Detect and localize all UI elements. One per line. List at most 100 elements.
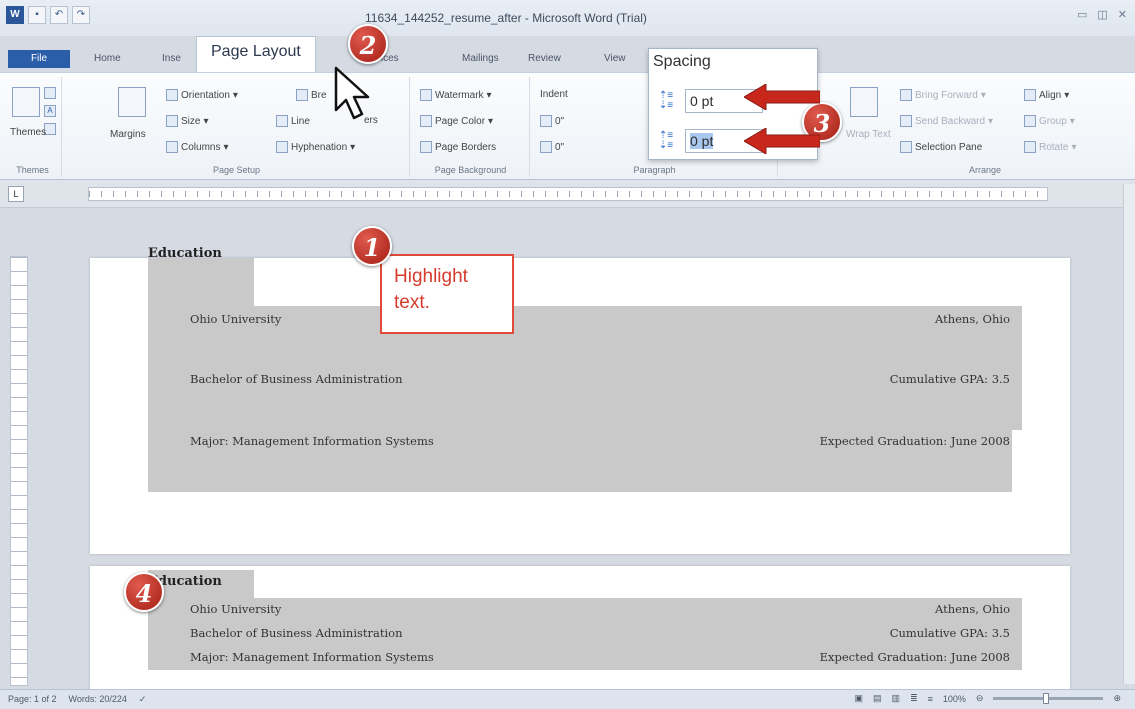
undo-icon[interactable]: ↶	[50, 6, 68, 24]
breaks-button[interactable]: Bre	[296, 89, 327, 101]
row-left[interactable]: Major: Management Information Systems	[190, 434, 434, 448]
line-numbers-button[interactable]: Line	[276, 115, 310, 127]
send-backward-icon	[900, 115, 912, 127]
status-left: Page: 1 of 2 Words: 20/224 ✓	[8, 694, 146, 705]
row-right[interactable]: Expected Graduation: June 2008	[820, 434, 1010, 448]
section-heading[interactable]: Education	[148, 246, 222, 261]
document-page-1: Education Ohio University Athens, Ohio B…	[90, 246, 1070, 554]
tab-view[interactable]: View	[596, 48, 634, 70]
zoom-in-icon[interactable]: ⊕	[1113, 693, 1121, 704]
row-left[interactable]: Bachelor of Business Administration	[190, 626, 403, 640]
tab-selector-icon[interactable]: L	[8, 186, 24, 202]
themes-group-label: Themes	[16, 165, 49, 175]
tab-page-layout[interactable]: Page Layout	[196, 36, 316, 72]
themes-button[interactable]: Themes	[10, 127, 46, 138]
indent-left-field[interactable]: 0"	[540, 115, 564, 127]
orientation-button[interactable]: Orientation ▾	[166, 89, 238, 101]
wrap-text-icon[interactable]	[850, 87, 878, 117]
fonts-icon[interactable]: A	[44, 105, 56, 117]
tab-review[interactable]: Review	[520, 48, 569, 70]
print-layout-icon[interactable]: ▣	[855, 693, 864, 704]
full-screen-icon[interactable]: ▤	[873, 693, 882, 704]
row-left[interactable]: Ohio University	[190, 602, 281, 616]
ribbon-tabs: File Home Inse Page Layout ences Mailing…	[0, 36, 1135, 72]
zoom-out-icon[interactable]: ⊖	[976, 693, 984, 704]
zoom-slider-handle[interactable]	[1043, 693, 1050, 704]
group-icon	[1024, 115, 1036, 127]
wrap-text-button[interactable]: Wrap Text	[846, 129, 891, 140]
watermark-label: Watermark	[435, 89, 484, 101]
row-left[interactable]: Ohio University	[190, 312, 281, 326]
maximize-icon[interactable]: ◫	[1097, 8, 1107, 21]
close-icon[interactable]: ✕	[1118, 8, 1127, 21]
size-button[interactable]: Size ▾	[166, 115, 208, 127]
selection-pane-icon	[900, 141, 912, 153]
margins-button[interactable]: Margins	[110, 129, 146, 140]
line-numbers-label: Line	[291, 115, 310, 127]
bring-forward-label: Bring Forward	[915, 89, 978, 101]
window-title: 11634_144252_resume_after - Microsoft Wo…	[365, 11, 647, 25]
tab-insert[interactable]: Inse	[154, 48, 189, 70]
page-borders-label: Page Borders	[435, 141, 497, 153]
orientation-icon	[166, 89, 178, 101]
row-right[interactable]: Cumulative GPA: 3.5	[890, 626, 1010, 640]
zoom-slider[interactable]	[993, 693, 1104, 704]
ruler-bar[interactable]	[88, 187, 1048, 201]
themes-icon[interactable]	[12, 87, 40, 117]
spacing-after-value: 0 pt	[690, 133, 714, 149]
row-left[interactable]: Major: Management Information Systems	[190, 650, 434, 664]
indent-right-field[interactable]: 0"	[540, 141, 564, 153]
bring-forward-button[interactable]: Bring Forward ▾	[900, 89, 986, 101]
minimize-icon[interactable]: ▭	[1077, 8, 1087, 21]
send-backward-button[interactable]: Send Backward ▾	[900, 115, 993, 127]
zoom-level[interactable]: 100%	[943, 694, 966, 704]
page-borders-icon	[420, 141, 432, 153]
arrange-group-label: Arrange	[968, 165, 1002, 175]
page-color-label: Page Color	[435, 115, 486, 127]
row-left[interactable]: Bachelor of Business Administration	[190, 372, 403, 386]
indent-left-value: 0"	[555, 115, 565, 127]
tab-home[interactable]: Home	[86, 48, 129, 70]
indent-right-icon	[540, 141, 552, 153]
group-button[interactable]: Group ▾	[1024, 115, 1075, 127]
tab-mailings[interactable]: Mailings	[454, 48, 507, 70]
rotate-button[interactable]: Rotate ▾	[1024, 141, 1077, 153]
page-background-group: Watermark ▾ Page Color ▾ Page Borders Pa…	[412, 77, 530, 177]
margins-icon[interactable]	[118, 87, 146, 117]
watermark-button[interactable]: Watermark ▾	[420, 89, 492, 101]
save-icon[interactable]: ▪	[28, 6, 46, 24]
spacing-before-icon: ⇡≡ ⇣≡	[658, 90, 674, 111]
row-right[interactable]: Cumulative GPA: 3.5	[890, 372, 1010, 386]
selection-pane-button[interactable]: Selection Pane	[900, 141, 982, 153]
row-right[interactable]: Athens, Ohio	[935, 602, 1010, 616]
vertical-scrollbar[interactable]	[1123, 184, 1135, 684]
row-right[interactable]: Expected Graduation: June 2008	[820, 650, 1010, 664]
align-label: Align	[1039, 89, 1062, 101]
size-label: Size	[181, 115, 201, 127]
rotate-label: Rotate	[1039, 141, 1069, 153]
web-layout-icon[interactable]: ▥	[892, 693, 901, 704]
page-count[interactable]: Page: 1 of 2	[8, 694, 57, 705]
align-icon	[1024, 89, 1036, 101]
word-icon[interactable]: W	[6, 6, 24, 24]
hyphenation-label: Hyphenation	[291, 141, 348, 153]
hyphenation-button[interactable]: Hyphenation ▾	[276, 141, 355, 153]
page-color-button[interactable]: Page Color ▾	[420, 115, 493, 127]
redo-icon[interactable]: ↷	[72, 6, 90, 24]
proofing-icon[interactable]: ✓	[139, 694, 147, 705]
send-backward-label: Send Backward	[915, 115, 986, 127]
quick-access-toolbar: W ▪ ↶ ↷	[6, 6, 90, 24]
tab-file[interactable]: File	[8, 50, 70, 68]
step-2-badge: 2	[348, 24, 388, 64]
outline-icon[interactable]: ≣	[910, 693, 918, 704]
columns-button[interactable]: Columns ▾	[166, 141, 229, 153]
horizontal-ruler: L	[0, 180, 1135, 208]
word-count[interactable]: Words: 20/224	[69, 694, 127, 705]
row-right[interactable]: Athens, Ohio	[935, 312, 1010, 326]
draft-icon[interactable]: ≡	[928, 694, 933, 704]
page-borders-button[interactable]: Page Borders	[420, 141, 496, 153]
colors-icon[interactable]	[44, 87, 56, 99]
columns-label: Columns	[181, 141, 221, 153]
highlight-callout: Highlight text.	[380, 254, 514, 334]
align-button[interactable]: Align ▾	[1024, 89, 1069, 101]
